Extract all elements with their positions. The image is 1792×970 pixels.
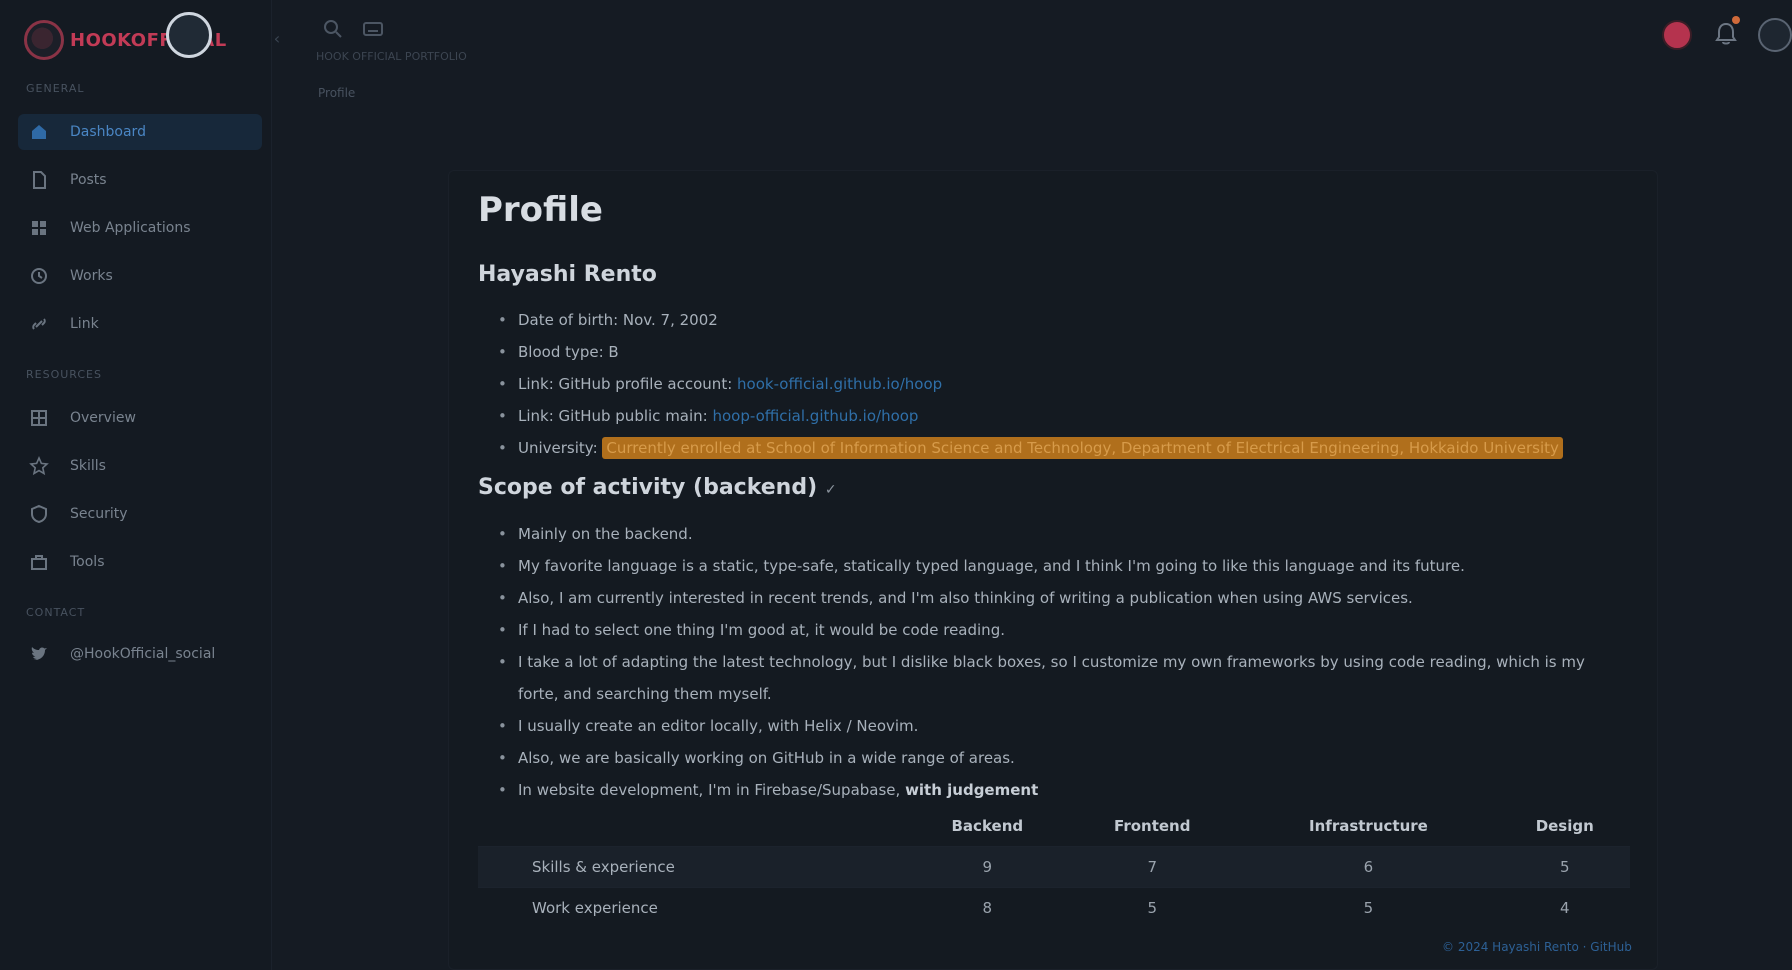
sidebar-item-label: Works bbox=[70, 268, 113, 284]
table-cell: 7 bbox=[1067, 845, 1238, 887]
search-icon[interactable] bbox=[322, 18, 344, 40]
nav-section-general: GENERAL bbox=[26, 82, 85, 95]
sidebar-item-label: Tools bbox=[70, 554, 105, 570]
table-header bbox=[478, 806, 907, 846]
table-cell: 9 bbox=[907, 845, 1068, 887]
list-item: Date of birth: Nov. 7, 2002 bbox=[498, 304, 1630, 336]
sidebar-item-web-applications[interactable]: Web Applications bbox=[18, 210, 262, 246]
shield-icon bbox=[28, 503, 50, 525]
document-icon bbox=[28, 169, 50, 191]
list-item: I take a lot of adapting the latest tech… bbox=[498, 646, 1630, 710]
table-cell: Skills & experience bbox=[478, 845, 908, 887]
github-profile-link[interactable]: hook-official.github.io/hoop bbox=[737, 375, 942, 393]
list-item: Link: GitHub public main: hoop-official.… bbox=[498, 400, 1630, 432]
star-icon bbox=[28, 455, 50, 477]
table-cell: 8 bbox=[907, 886, 1068, 928]
sidebar-item-twitter[interactable]: @HookOfficial_social bbox=[18, 636, 262, 672]
sidebar-item-label: Posts bbox=[70, 172, 107, 188]
twitter-icon bbox=[28, 643, 50, 665]
sidebar-item-label: Dashboard bbox=[70, 124, 146, 140]
list-item: Blood type: B bbox=[498, 336, 1630, 368]
keyboard-icon[interactable] bbox=[362, 18, 384, 40]
nav-section-contact: CONTACT bbox=[26, 606, 86, 619]
table-cell: 5 bbox=[1499, 845, 1630, 887]
list-item: University: Currently enrolled at School… bbox=[498, 432, 1630, 464]
sidebar-item-overview[interactable]: Overview bbox=[18, 400, 262, 436]
table-header: Backend bbox=[951, 816, 1024, 835]
sidebar-item-label: Link bbox=[70, 316, 99, 332]
topbar-left bbox=[322, 18, 384, 40]
table-cell: Work experience bbox=[478, 886, 908, 928]
grid-icon bbox=[28, 407, 50, 429]
table-cell: 5 bbox=[1067, 886, 1238, 928]
sidebar-item-security[interactable]: Security bbox=[18, 496, 262, 532]
table-cell: 5 bbox=[1237, 886, 1500, 928]
sidebar-item-tools[interactable]: Tools bbox=[18, 544, 262, 580]
table-header: Design bbox=[1535, 816, 1594, 835]
clock-icon bbox=[28, 265, 50, 287]
notification-bell-icon[interactable] bbox=[1712, 20, 1740, 48]
breadcrumb[interactable]: Profile bbox=[318, 86, 355, 100]
sidebar-item-label: Security bbox=[70, 506, 128, 522]
footer-link[interactable]: © 2024 Hayashi Rento · GitHub bbox=[1442, 940, 1632, 954]
avatar[interactable] bbox=[1758, 18, 1792, 52]
home-icon bbox=[28, 121, 50, 143]
list-item: In website development, I'm in Firebase/… bbox=[498, 774, 1630, 806]
check-icon: ✓ bbox=[824, 482, 837, 498]
table-cell: 4 bbox=[1499, 886, 1630, 928]
globe-icon bbox=[166, 12, 212, 58]
sidebar-item-label: Web Applications bbox=[70, 220, 191, 236]
list-item: Mainly on the backend. bbox=[498, 518, 1630, 550]
notification-badge bbox=[1732, 16, 1740, 24]
sidebar-item-label: Overview bbox=[70, 410, 136, 426]
list-item: Also, we are basically working on GitHub… bbox=[498, 742, 1630, 774]
list-item: My favorite language is a static, type-s… bbox=[498, 550, 1630, 582]
table-cell: 6 bbox=[1237, 845, 1500, 887]
sidebar-item-dashboard[interactable]: Dashboard bbox=[18, 114, 262, 150]
sidebar-item-label: Skills bbox=[70, 458, 106, 474]
scope-heading: Scope of activity (backend) ✓ bbox=[478, 475, 837, 500]
sidebar-item-works[interactable]: Works bbox=[18, 258, 262, 294]
table-header-row: Backend Frontend Infrastructure Design bbox=[478, 806, 1630, 846]
sidebar: HOOKOFFICIAL ‹ GENERAL Dashboard Posts W… bbox=[0, 0, 280, 970]
table-row: Skills & experience 9 7 6 5 bbox=[478, 845, 1630, 887]
table-header: Frontend bbox=[1114, 816, 1191, 835]
profile-name: Hayashi Rento bbox=[478, 262, 657, 287]
apps-icon bbox=[28, 217, 50, 239]
scope-list: Mainly on the backend. My favorite langu… bbox=[490, 518, 1630, 806]
link-icon bbox=[28, 313, 50, 335]
brand-logo[interactable]: HOOKOFFICIAL bbox=[24, 12, 226, 62]
table-header: Infrastructure bbox=[1309, 816, 1428, 835]
university-highlight: Currently enrolled at School of Informat… bbox=[602, 437, 1563, 459]
nav-section-resources: RESOURCES bbox=[26, 368, 102, 381]
sidebar-item-skills[interactable]: Skills bbox=[18, 448, 262, 484]
profile-info-list: Date of birth: Nov. 7, 2002 Blood type: … bbox=[490, 304, 1630, 464]
sidebar-item-label: @HookOfficial_social bbox=[70, 646, 216, 662]
list-item: If I had to select one thing I'm good at… bbox=[498, 614, 1630, 646]
skills-table: Backend Frontend Infrastructure Design S… bbox=[478, 806, 1630, 928]
logo-mark-icon bbox=[24, 20, 64, 60]
sidebar-item-link[interactable]: Link bbox=[18, 306, 262, 342]
table-row: Work experience 8 5 5 4 bbox=[478, 886, 1630, 928]
sidebar-item-posts[interactable]: Posts bbox=[18, 162, 262, 198]
language-flag-icon[interactable] bbox=[1662, 20, 1692, 50]
page-title: Profile bbox=[478, 190, 603, 230]
list-item: Link: GitHub profile account: hook-offic… bbox=[498, 368, 1630, 400]
list-item: I usually create an editor locally, with… bbox=[498, 710, 1630, 742]
toolbox-icon bbox=[28, 551, 50, 573]
list-item: Also, I am currently interested in recen… bbox=[498, 582, 1630, 614]
github-main-link[interactable]: hoop-official.github.io/hoop bbox=[713, 407, 919, 425]
collapse-sidebar-button[interactable]: ‹ bbox=[266, 28, 288, 50]
topbar-subtitle: HOOK OFFICIAL PORTFOLIO bbox=[316, 50, 467, 63]
